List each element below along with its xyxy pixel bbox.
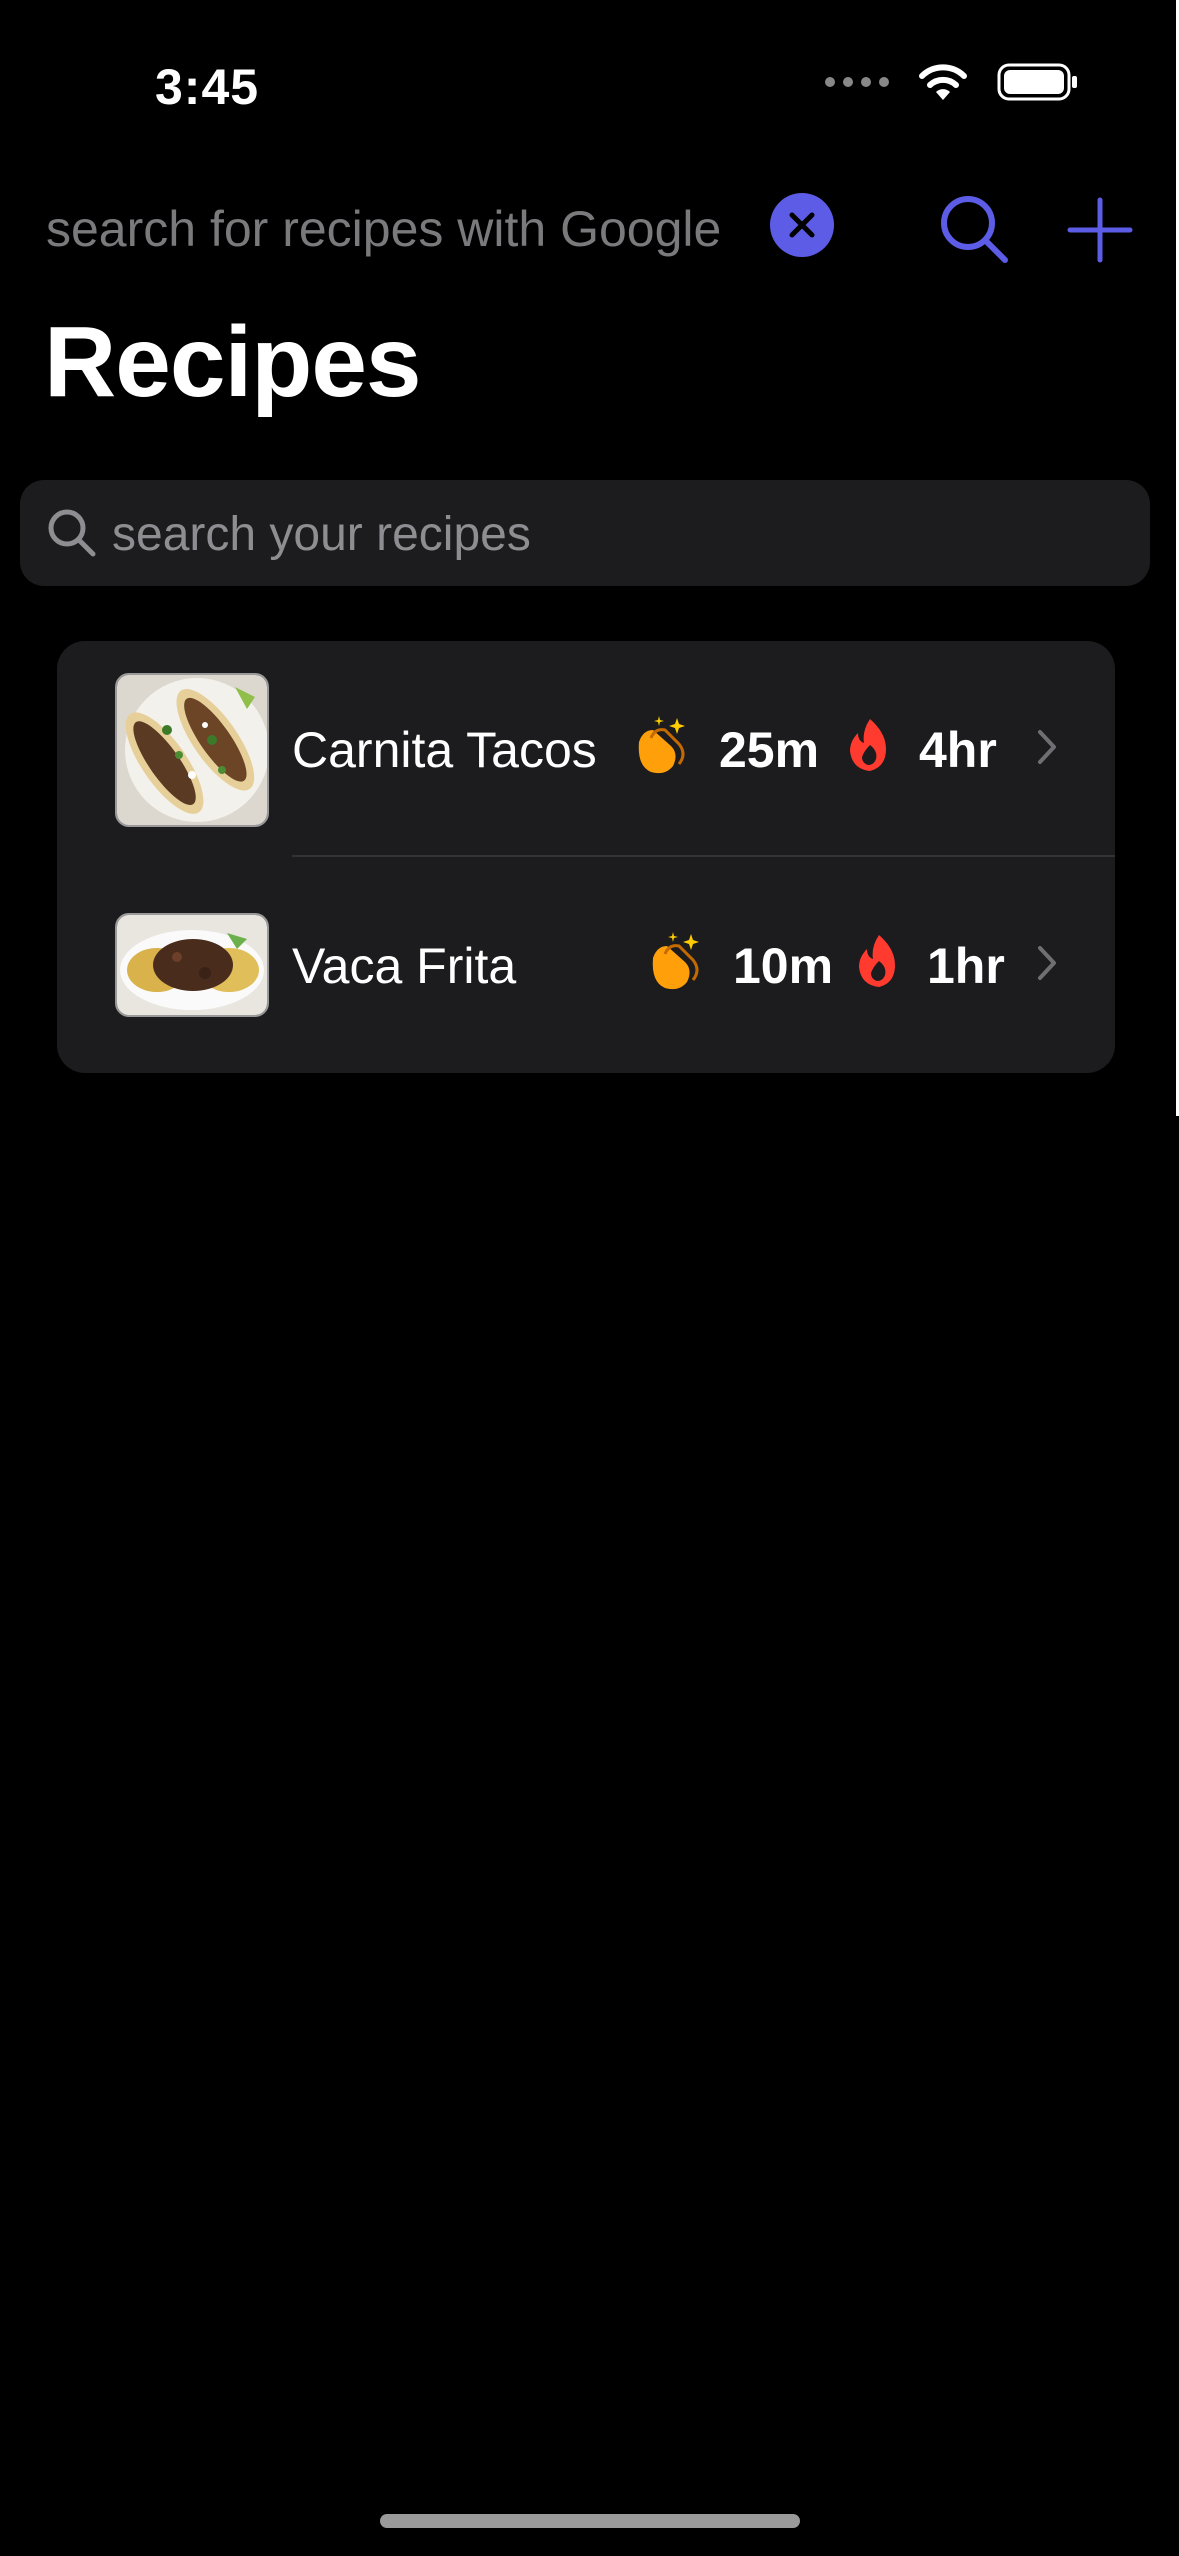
clapping-hands-icon bbox=[638, 716, 685, 774]
search-placeholder: search your recipes bbox=[112, 508, 531, 561]
prep-time: 25m bbox=[719, 722, 820, 778]
flame-icon bbox=[850, 719, 886, 771]
signal-dots-icon bbox=[825, 77, 889, 87]
battery-icon bbox=[997, 63, 1077, 101]
clapping-hands-icon bbox=[652, 932, 699, 990]
search-button[interactable] bbox=[935, 190, 1015, 270]
status-time: 3:45 bbox=[155, 59, 260, 115]
plus-icon bbox=[1067, 197, 1133, 263]
chevron-right-icon bbox=[1038, 946, 1056, 980]
status-indicators bbox=[825, 62, 1079, 102]
recipe-search-field[interactable]: search your recipes bbox=[20, 480, 1150, 586]
chevron-right-icon bbox=[1038, 730, 1056, 764]
cook-time: 4hr bbox=[919, 722, 997, 778]
google-search-input[interactable]: search for recipes with Google bbox=[46, 200, 721, 258]
wifi-icon bbox=[919, 64, 967, 100]
prep-time: 10m bbox=[733, 938, 834, 994]
page-title: Recipes bbox=[44, 306, 422, 418]
search-icon bbox=[48, 509, 96, 557]
xmark-icon bbox=[789, 212, 815, 238]
recipe-list: Carnita Tacos 25m 4hr Vaca Frita 10m 1hr bbox=[57, 641, 1115, 1073]
cook-time: 1hr bbox=[927, 938, 1005, 994]
home-indicator[interactable] bbox=[380, 2514, 800, 2528]
magnifying-glass-icon bbox=[941, 196, 1008, 263]
add-recipe-button[interactable] bbox=[1060, 190, 1140, 270]
recipe-name: Carnita Tacos bbox=[292, 722, 597, 778]
recipe-row[interactable]: Vaca Frita 10m 1hr bbox=[57, 857, 1115, 1073]
flame-icon bbox=[859, 935, 895, 987]
recipe-row[interactable]: Carnita Tacos 25m 4hr bbox=[57, 641, 1115, 857]
recipe-name: Vaca Frita bbox=[292, 938, 517, 994]
recipe-thumbnail bbox=[115, 673, 269, 827]
clear-search-button[interactable] bbox=[770, 193, 834, 257]
recipe-thumbnail bbox=[115, 913, 269, 1017]
